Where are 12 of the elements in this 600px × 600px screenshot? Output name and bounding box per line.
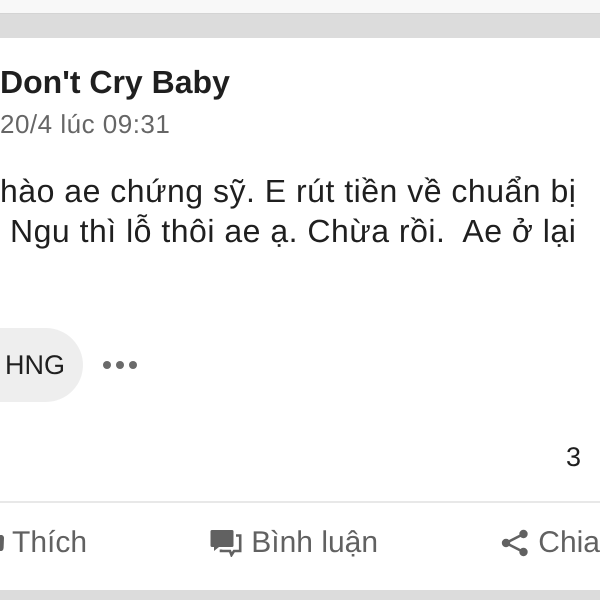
share-icon — [501, 529, 530, 557]
post-text: hào ae chứng sỹ. E rút tiền về chuẩn bị Ngu thì lỗ thôi ae ạ. Chừa rồi. Ae ở lại — [0, 172, 576, 251]
comment-button[interactable]: Bình luận — [210, 523, 378, 563]
like-button[interactable]: Thích — [0, 523, 88, 563]
thumbs-up-icon — [0, 535, 4, 551]
author-name[interactable]: Don't Cry Baby — [0, 63, 230, 101]
count-text: 3 — [566, 441, 582, 474]
tag-chip[interactable]: HNG — [0, 328, 83, 402]
post-time: 20/4 lúc 09:31 — [0, 109, 170, 139]
share-button[interactable]: Chia — [501, 523, 600, 563]
more-icon[interactable] — [103, 361, 137, 369]
comment-icon — [210, 529, 242, 557]
